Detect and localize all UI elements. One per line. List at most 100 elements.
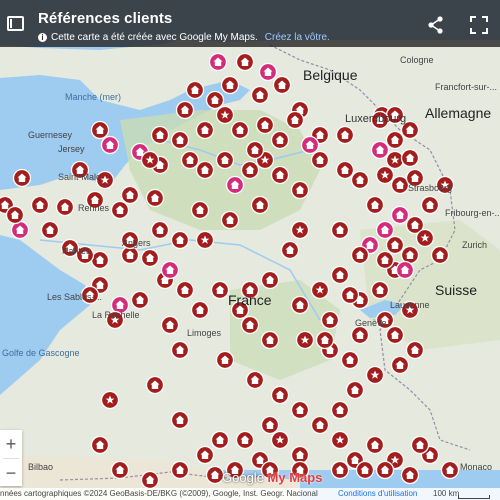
house-marker[interactable] [285,110,305,130]
share-button[interactable] [425,14,447,36]
house-marker[interactable] [215,350,235,370]
house-marker[interactable] [340,285,360,305]
house-marker[interactable] [350,170,370,190]
house-marker[interactable] [430,245,450,265]
house-marker[interactable] [315,330,335,350]
star-marker[interactable] [195,230,215,250]
house-marker[interactable] [160,260,180,280]
house-marker[interactable] [390,205,410,225]
house-marker[interactable] [365,195,385,215]
house-marker[interactable] [110,200,130,220]
house-marker[interactable] [170,340,190,360]
house-marker[interactable] [90,120,110,140]
house-marker[interactable] [100,135,120,155]
house-marker[interactable] [205,465,225,485]
house-marker[interactable] [350,245,370,265]
house-marker[interactable] [270,165,290,185]
house-marker[interactable] [145,375,165,395]
house-marker[interactable] [30,195,50,215]
house-marker[interactable] [345,380,365,400]
house-marker[interactable] [290,180,310,200]
star-marker[interactable] [365,365,385,385]
house-marker[interactable] [330,400,350,420]
house-marker[interactable] [335,125,355,145]
house-marker[interactable] [390,355,410,375]
house-marker[interactable] [335,160,355,180]
house-marker[interactable] [240,160,260,180]
house-marker[interactable] [170,230,190,250]
house-marker[interactable] [195,445,215,465]
house-marker[interactable] [205,90,225,110]
zoom-out-button[interactable]: − [0,459,22,487]
house-marker[interactable] [120,185,140,205]
house-marker[interactable] [400,148,420,168]
house-marker[interactable] [375,250,395,270]
house-marker[interactable] [410,435,430,455]
house-marker[interactable] [280,240,300,260]
house-marker[interactable] [208,52,228,72]
house-marker[interactable] [210,430,230,450]
house-marker[interactable] [350,325,370,345]
star-marker[interactable] [215,105,235,125]
house-marker[interactable] [150,125,170,145]
fullscreen-button[interactable] [468,14,490,36]
house-marker[interactable] [260,270,280,290]
house-marker[interactable] [160,315,180,335]
house-marker[interactable] [260,330,280,350]
house-marker[interactable] [400,465,420,485]
house-marker[interactable] [310,150,330,170]
house-marker[interactable] [330,460,350,480]
house-marker[interactable] [250,85,270,105]
house-marker[interactable] [270,385,290,405]
house-marker[interactable] [90,435,110,455]
sidebar-toggle-button[interactable] [4,13,26,33]
house-marker[interactable] [370,280,390,300]
house-marker[interactable] [300,135,320,155]
house-marker[interactable] [150,220,170,240]
house-marker[interactable] [175,100,195,120]
house-marker[interactable] [235,430,255,450]
house-marker[interactable] [385,130,405,150]
house-marker[interactable] [215,150,235,170]
house-marker[interactable] [440,460,460,480]
house-marker[interactable] [225,175,245,195]
house-marker[interactable] [195,160,215,180]
create-map-link[interactable]: Créez la vôtre. [265,32,330,43]
house-marker[interactable] [385,325,405,345]
house-marker[interactable] [210,280,230,300]
house-marker[interactable] [375,220,395,240]
house-marker[interactable] [250,195,270,215]
star-marker[interactable] [385,150,405,170]
house-marker[interactable] [130,290,150,310]
star-marker[interactable] [270,430,290,450]
house-marker[interactable] [170,130,190,150]
house-marker[interactable] [290,400,310,420]
star-marker[interactable] [295,330,315,350]
house-marker[interactable] [40,220,60,240]
house-marker[interactable] [385,235,405,255]
house-marker[interactable] [375,460,395,480]
house-marker[interactable] [340,350,360,370]
star-marker[interactable] [140,150,160,170]
house-marker[interactable] [5,205,25,225]
house-marker[interactable] [170,460,190,480]
house-marker[interactable] [270,130,290,150]
house-marker[interactable] [245,140,265,160]
house-marker[interactable] [395,260,415,280]
terms-link[interactable]: Conditions d'utilisation [338,489,417,498]
house-marker[interactable] [355,460,375,480]
map-view[interactable]: Belgique Luxembourg Allemagne Cologne Fr… [0,0,500,500]
star-marker[interactable] [290,220,310,240]
house-marker[interactable] [180,150,200,170]
star-marker[interactable] [375,165,395,185]
house-marker[interactable] [145,188,165,208]
house-marker[interactable] [320,310,340,330]
house-marker[interactable] [140,248,160,268]
house-marker[interactable] [310,415,330,435]
house-marker[interactable] [185,80,205,100]
house-marker[interactable] [405,340,425,360]
house-marker[interactable] [365,435,385,455]
house-marker[interactable] [230,120,250,140]
house-marker[interactable] [175,280,195,300]
house-marker[interactable] [255,115,275,135]
